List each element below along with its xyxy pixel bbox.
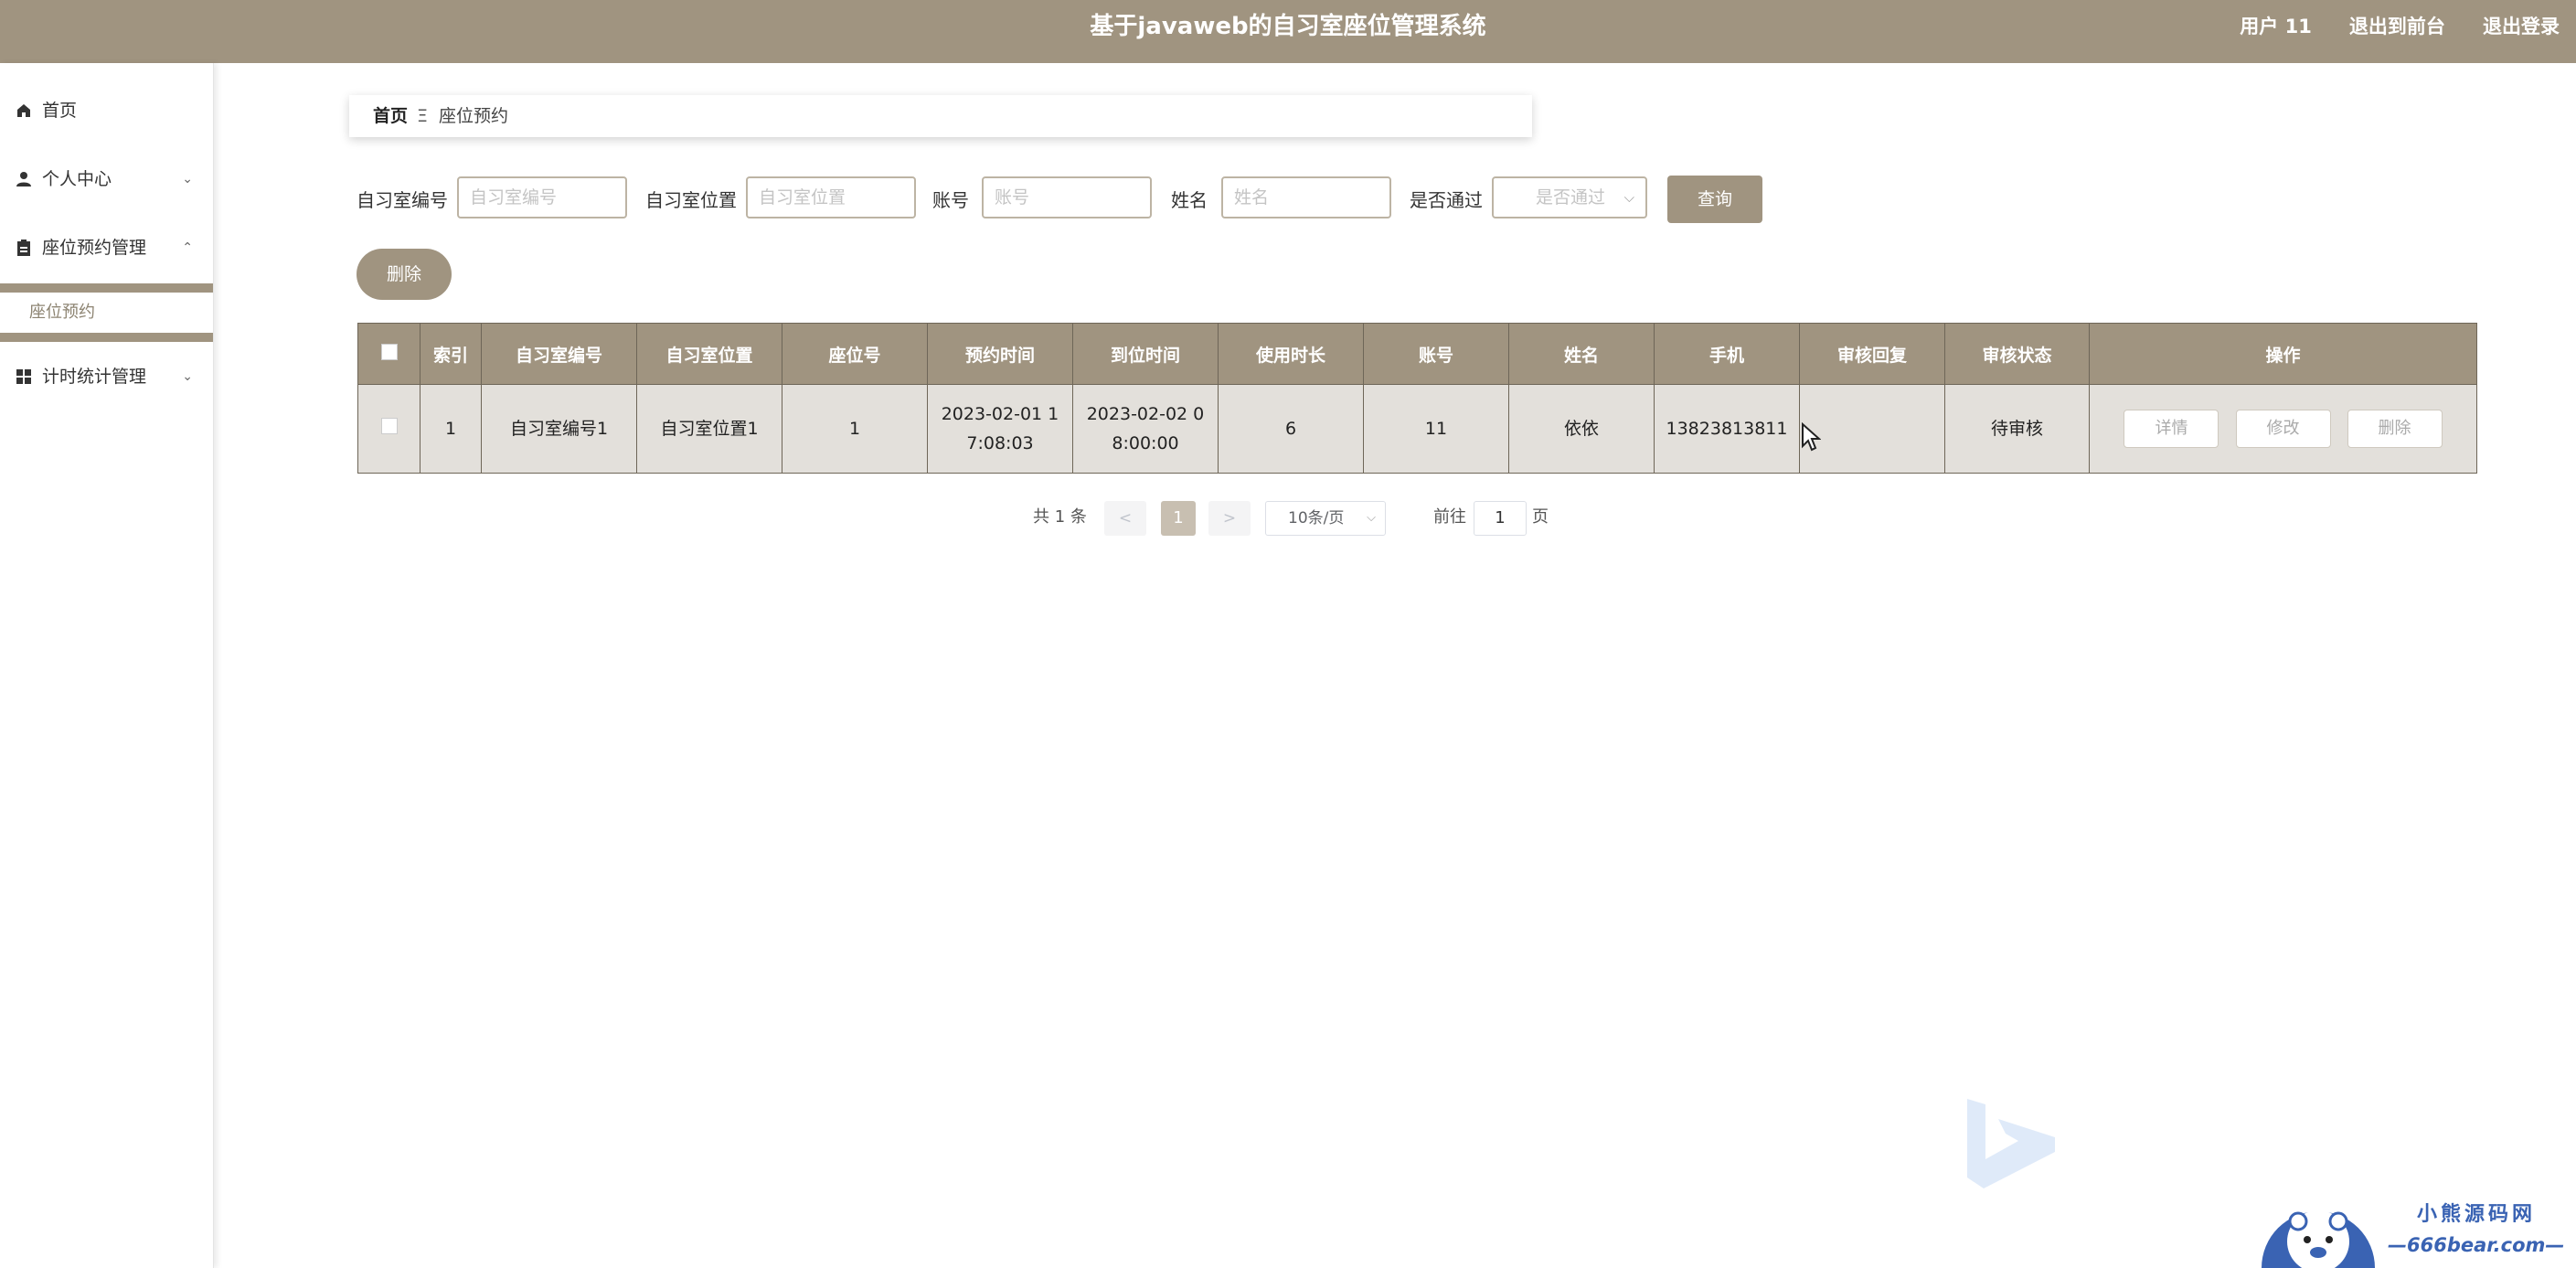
page-size-value: 10条/页: [1288, 509, 1345, 527]
watermark-url: —666bear.com—: [2388, 1234, 2565, 1256]
sidebar: 首页 个人中心 ⌄ 座位预约管理 ⌃ 座位预约 计时统计管理 ⌄: [0, 63, 214, 1268]
breadcrumb-current: 座位预约: [439, 106, 509, 126]
column-header: 账号: [1363, 323, 1509, 385]
cell-seat: 1: [782, 384, 928, 474]
logout-link[interactable]: 退出登录: [2483, 16, 2560, 37]
reservation-table: 索引 自习室编号 自习室位置 座位号 预约时间 到位时间 使用时长 账号 姓名 …: [357, 323, 2477, 474]
page-size-select[interactable]: 10条/页 ⌵: [1265, 501, 1386, 536]
page-unit-label: 页: [1532, 507, 1549, 527]
room-location-input[interactable]: [746, 176, 916, 218]
pagination-total: 共 1 条: [1033, 507, 1087, 527]
column-header: 操作: [2089, 323, 2477, 385]
clipboard-icon: [15, 225, 33, 271]
sidebar-item-timing-stats[interactable]: 计时统计管理 ⌄: [0, 354, 213, 400]
room-no-label: 自习室编号: [357, 189, 448, 211]
next-page-button[interactable]: >: [1208, 501, 1251, 536]
room-no-input[interactable]: [457, 176, 627, 218]
cell-room-no: 自习室编号1: [481, 384, 637, 474]
account-label: 账号: [932, 189, 969, 211]
sidebar-subitem-label: 座位预约: [29, 303, 95, 322]
chevron-down-icon: ⌵: [1623, 189, 1634, 206]
breadcrumb: 首页 Ξ 座位预约: [349, 95, 1532, 137]
account-input[interactable]: [982, 176, 1152, 218]
column-header: 到位时间: [1072, 323, 1219, 385]
chevron-down-icon: ⌵: [1367, 511, 1376, 525]
sidebar-subitem-seat-reservation[interactable]: 座位预约: [0, 283, 213, 342]
breadcrumb-separator: Ξ: [417, 106, 429, 126]
column-header: 索引: [420, 323, 482, 385]
name-input[interactable]: [1221, 176, 1391, 218]
watermark-title: 小熊源码网: [2417, 1203, 2537, 1226]
table-header-row: 索引 自习室编号 自习室位置 座位号 预约时间 到位时间 使用时长 账号 姓名 …: [357, 323, 2477, 385]
page-number-current[interactable]: 1: [1161, 501, 1196, 536]
cell-operations: 详情 修改 删除: [2089, 384, 2477, 474]
name-label: 姓名: [1171, 189, 1208, 211]
edit-button[interactable]: 修改: [2235, 410, 2331, 448]
table-row: 1 自习室编号1 自习室位置1 1 2023-02-01 17:08:03 20…: [357, 384, 2477, 474]
exit-to-front-link[interactable]: 退出到前台: [2349, 16, 2445, 37]
column-header: 自习室编号: [481, 323, 637, 385]
row-checkbox[interactable]: [380, 418, 398, 434]
sidebar-item-label: 计时统计管理: [42, 367, 147, 387]
prev-page-button[interactable]: <: [1104, 501, 1146, 536]
cell-reply: [1799, 384, 1945, 474]
sidebar-item-home[interactable]: 首页: [0, 88, 213, 133]
passed-select-placeholder: 是否通过: [1536, 187, 1606, 208]
chevron-down-icon: ⌄: [182, 369, 193, 384]
cell-room-location: 自习室位置1: [636, 384, 782, 474]
cell-index: 1: [420, 384, 482, 474]
column-header: 使用时长: [1218, 323, 1364, 385]
select-all-checkbox[interactable]: [380, 343, 398, 360]
column-header: 姓名: [1508, 323, 1655, 385]
goto-label: 前往: [1433, 507, 1466, 527]
sidebar-item-label: 首页: [42, 101, 78, 121]
app-title: 基于javaweb的自习室座位管理系统: [1090, 13, 1486, 40]
cell-account: 11: [1363, 384, 1509, 474]
cell-arrive-time: 2023-02-02 08:00:00: [1072, 384, 1219, 474]
cell-status: 待审核: [1944, 384, 2090, 474]
sidebar-item-label: 个人中心: [42, 169, 112, 189]
bing-logo-icon: [1967, 1099, 2055, 1188]
grid-icon: [15, 354, 33, 400]
top-bar: 基于javaweb的自习室座位管理系统 用户 11 退出到前台 退出登录: [0, 0, 2576, 63]
arrive-time-text: 2023-02-02 08:00:00: [1086, 404, 1205, 453]
chevron-down-icon: ⌄: [182, 172, 193, 186]
column-header: 自习室位置: [636, 323, 782, 385]
cell-reserve-time: 2023-02-01 17:08:03: [927, 384, 1073, 474]
sidebar-item-personal[interactable]: 个人中心 ⌄: [0, 156, 213, 202]
top-links: 用户 11 退出到前台 退出登录: [2207, 0, 2560, 53]
select-all-checkbox-cell[interactable]: [357, 323, 420, 385]
column-header: 审核回复: [1799, 323, 1945, 385]
cell-phone: 13823813811: [1654, 384, 1800, 474]
passed-label: 是否通过: [1410, 189, 1483, 211]
column-header: 座位号: [782, 323, 928, 385]
column-header: 审核状态: [1944, 323, 2090, 385]
detail-button[interactable]: 详情: [2124, 410, 2219, 448]
reserve-time-text: 2023-02-01 17:08:03: [941, 404, 1059, 453]
goto-page-input[interactable]: 1: [1474, 501, 1527, 536]
home-icon: [15, 88, 33, 133]
sidebar-item-label: 座位预约管理: [42, 238, 147, 258]
cell-duration: 6: [1218, 384, 1364, 474]
chevron-up-icon: ⌃: [182, 240, 193, 255]
room-location-label: 自习室位置: [645, 189, 737, 211]
user-icon: [15, 156, 33, 202]
user-link[interactable]: 用户 11: [2240, 16, 2312, 37]
mouse-cursor-icon: [1802, 422, 1821, 452]
column-header: 预约时间: [927, 323, 1073, 385]
column-header: 手机: [1654, 323, 1800, 385]
breadcrumb-home[interactable]: 首页: [373, 95, 408, 137]
query-button[interactable]: 查询: [1667, 176, 1762, 223]
row-checkbox-cell[interactable]: [357, 384, 420, 474]
row-delete-button[interactable]: 删除: [2347, 410, 2443, 448]
sidebar-item-seat-reservation[interactable]: 座位预约管理 ⌃: [0, 225, 213, 271]
bear-logo-icon: [2262, 1210, 2375, 1268]
cell-name: 依依: [1508, 384, 1655, 474]
passed-select[interactable]: 是否通过 ⌵: [1492, 176, 1647, 218]
batch-delete-button[interactable]: 删除: [357, 249, 452, 300]
